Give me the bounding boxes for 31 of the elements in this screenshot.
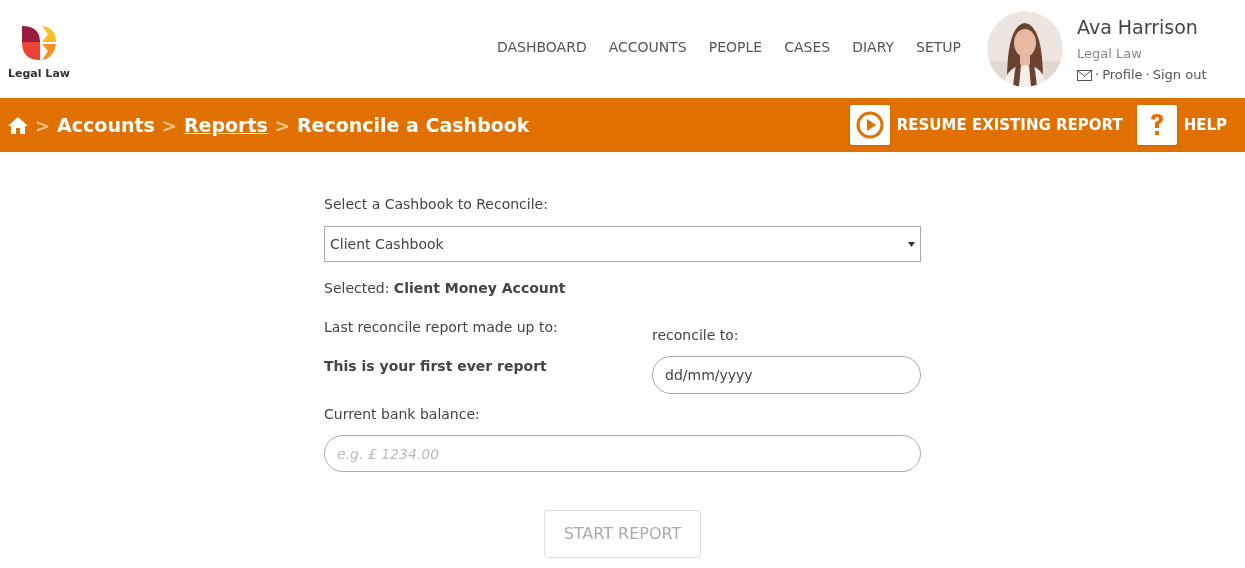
nav-link[interactable]: SETUP <box>916 36 961 58</box>
date-field[interactable]: dd/mm/yyyy <box>652 356 921 394</box>
cashbook-select[interactable]: Client Cashbook <box>324 226 921 262</box>
field-label: Current bank balance: <box>324 405 481 424</box>
mail-icon[interactable] <box>1077 69 1092 81</box>
field-label: reconcile to: <box>652 326 740 345</box>
profile-link[interactable]: Profile <box>1102 65 1143 85</box>
play-icon <box>855 111 884 139</box>
user-name: Ava Harrison <box>1077 15 1199 41</box>
nav-link[interactable]: DASHBOARD <box>496 36 587 58</box>
separator: · <box>1145 66 1150 85</box>
separator: · <box>1095 66 1100 85</box>
sign-out-link[interactable]: Sign out <box>1152 65 1207 85</box>
breadcrumb-separator: > <box>35 113 51 138</box>
breadcrumb-separator: > <box>274 113 290 138</box>
field-label: Select a Cashbook to Reconcile: <box>324 195 549 214</box>
logo-text: Legal Law <box>8 65 70 82</box>
last-report-text: This is your first ever report <box>324 357 548 376</box>
nav-link[interactable]: CASES <box>784 36 831 58</box>
home-icon[interactable] <box>8 116 28 134</box>
logo-icon <box>20 23 58 62</box>
field-label: Last reconcile report made up to: <box>324 318 559 337</box>
dropdown-arrow-icon <box>908 241 915 247</box>
selected-account-text: Selected: Client Money Account <box>324 279 567 298</box>
user-company: Legal Law <box>1077 44 1143 63</box>
nav-link[interactable]: ACCOUNTS <box>608 36 687 58</box>
balance-field[interactable]: e.g. £ 1234.00 <box>324 435 921 472</box>
question-mark-icon <box>1148 113 1165 137</box>
breadcrumb-separator: > <box>161 113 177 138</box>
nav-link[interactable]: DIARY <box>852 36 894 58</box>
nav-link[interactable]: PEOPLE <box>708 36 763 58</box>
